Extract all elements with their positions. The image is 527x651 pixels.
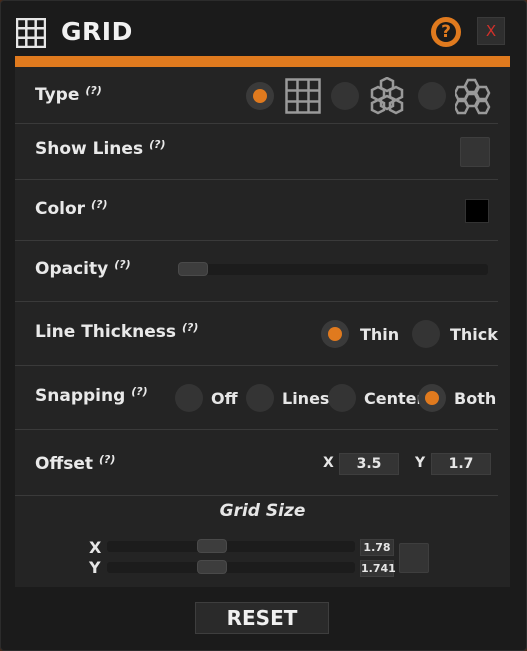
show-lines-help[interactable]: (?) xyxy=(149,138,165,151)
grid-size-title: Grid Size xyxy=(219,501,306,521)
show-lines-label: Show Lines (?) xyxy=(35,138,166,159)
snapping-radio-lines[interactable] xyxy=(246,384,274,412)
help-icon: ? xyxy=(436,22,456,42)
snapping-lines-label: Lines xyxy=(282,389,330,408)
color-help[interactable]: (?) xyxy=(91,198,107,211)
grid-settings-window: GRID ? X Type (?) Show Lines (?) Color (… xyxy=(0,0,527,651)
snapping-radio-center[interactable] xyxy=(328,384,356,412)
opacity-help[interactable]: (?) xyxy=(114,258,130,271)
snapping-radio-both[interactable] xyxy=(418,384,446,412)
accent-divider xyxy=(15,56,510,67)
grid-size-y-label: Y xyxy=(89,558,101,577)
opacity-row: Opacity (?) xyxy=(15,241,498,302)
hex-grid-vertical-icon xyxy=(370,77,404,115)
thickness-radio-thick[interactable] xyxy=(412,320,440,348)
type-radio-square[interactable] xyxy=(246,82,274,110)
help-button[interactable]: ? xyxy=(431,17,461,47)
grid-size-x-thumb[interactable] xyxy=(197,539,227,553)
thickness-thick-label: Thick xyxy=(450,325,498,344)
grid-size-y-value[interactable]: 1.741 xyxy=(360,560,396,577)
title-bar[interactable]: GRID ? X xyxy=(1,1,526,57)
grid-size-x-label: X xyxy=(89,538,102,557)
opacity-slider-thumb[interactable] xyxy=(178,262,208,276)
type-label: Type (?) xyxy=(35,84,102,105)
show-lines-checkbox[interactable] xyxy=(460,137,490,167)
color-row: Color (?) xyxy=(15,180,498,241)
thickness-thin-label: Thin xyxy=(360,325,400,344)
line-thickness-label-text: Line Thickness xyxy=(35,322,176,342)
line-thickness-row: Line Thickness (?) Thin Thick xyxy=(15,302,498,366)
snapping-both-label: Both xyxy=(454,389,497,408)
type-radio-hex-vertical[interactable] xyxy=(331,82,359,110)
offset-help[interactable]: (?) xyxy=(99,453,115,466)
snapping-row: Snapping (?) Off Lines Center Both xyxy=(15,366,498,430)
grid-size-link-checkbox[interactable] xyxy=(399,543,429,573)
offset-label-text: Offset xyxy=(35,454,93,474)
grid-icon xyxy=(16,18,46,48)
type-label-text: Type xyxy=(35,85,80,105)
snapping-label: Snapping (?) xyxy=(35,385,148,406)
opacity-label: Opacity (?) xyxy=(35,258,131,279)
grid-size-y-track[interactable] xyxy=(107,562,355,573)
snapping-label-text: Snapping xyxy=(35,386,126,406)
snapping-off-label: Off xyxy=(211,389,238,408)
color-label: Color (?) xyxy=(35,198,107,219)
show-lines-row: Show Lines (?) xyxy=(15,124,498,180)
color-label-text: Color xyxy=(35,199,86,219)
offset-y-label: Y xyxy=(415,455,426,471)
snapping-help[interactable]: (?) xyxy=(131,385,147,398)
offset-row: Offset (?) X 3.5 Y 1.7 xyxy=(15,430,498,496)
offset-x-input[interactable]: 3.5 xyxy=(339,453,399,475)
snapping-radio-off[interactable] xyxy=(175,384,203,412)
reset-button[interactable]: RESET xyxy=(195,602,329,634)
offset-x-label: X xyxy=(323,455,334,471)
type-radio-hex-horizontal[interactable] xyxy=(418,82,446,110)
type-row: Type (?) xyxy=(15,69,498,124)
offset-label: Offset (?) xyxy=(35,453,115,474)
grid-size-x-track[interactable] xyxy=(107,541,355,552)
line-thickness-help[interactable]: (?) xyxy=(182,321,198,334)
grid-size-y-thumb[interactable] xyxy=(197,560,227,574)
window-title: GRID xyxy=(61,17,133,46)
opacity-label-text: Opacity xyxy=(35,259,109,279)
square-grid-icon xyxy=(285,78,321,114)
snapping-center-label: Center xyxy=(364,389,425,408)
show-lines-label-text: Show Lines xyxy=(35,139,144,159)
opacity-slider-track[interactable] xyxy=(178,264,488,275)
color-swatch[interactable] xyxy=(465,199,489,223)
thickness-radio-thin[interactable] xyxy=(321,320,349,348)
grid-size-x-value[interactable]: 1.78 xyxy=(360,539,394,556)
offset-y-input[interactable]: 1.7 xyxy=(431,453,491,475)
close-button[interactable]: X xyxy=(477,17,505,45)
line-thickness-label: Line Thickness (?) xyxy=(35,321,198,342)
type-help[interactable]: (?) xyxy=(85,84,101,97)
hex-grid-horizontal-icon xyxy=(455,78,491,115)
